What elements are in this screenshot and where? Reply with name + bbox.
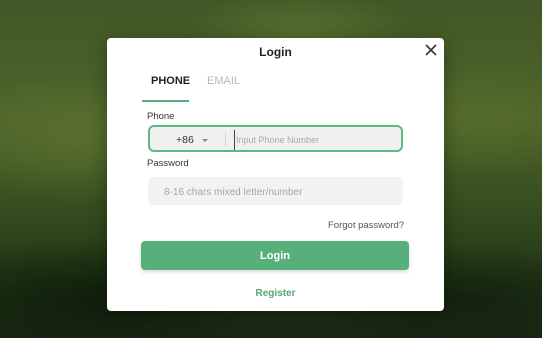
login-method-tabs: PHONE EMAIL (142, 75, 262, 102)
close-icon[interactable] (423, 42, 439, 58)
phone-label: Phone (147, 111, 175, 122)
login-button[interactable]: Login (141, 241, 409, 270)
country-code-select[interactable]: +86 (176, 134, 194, 146)
login-modal: Login PHONE EMAIL Phone +86 Password For… (107, 38, 444, 311)
register-link[interactable]: Register (107, 288, 444, 299)
phone-field: +86 (148, 125, 403, 152)
password-input[interactable] (162, 182, 396, 202)
password-label: Password (147, 158, 189, 169)
phone-input[interactable] (234, 130, 398, 150)
active-tab-indicator (142, 100, 189, 102)
password-field (148, 177, 403, 205)
tab-email[interactable]: EMAIL (207, 75, 240, 87)
forgot-password-link[interactable]: Forgot password? (328, 220, 404, 231)
tab-phone[interactable]: PHONE (151, 75, 190, 87)
chevron-down-icon[interactable] (202, 139, 208, 142)
modal-title: Login (259, 45, 292, 59)
field-divider (225, 132, 226, 146)
